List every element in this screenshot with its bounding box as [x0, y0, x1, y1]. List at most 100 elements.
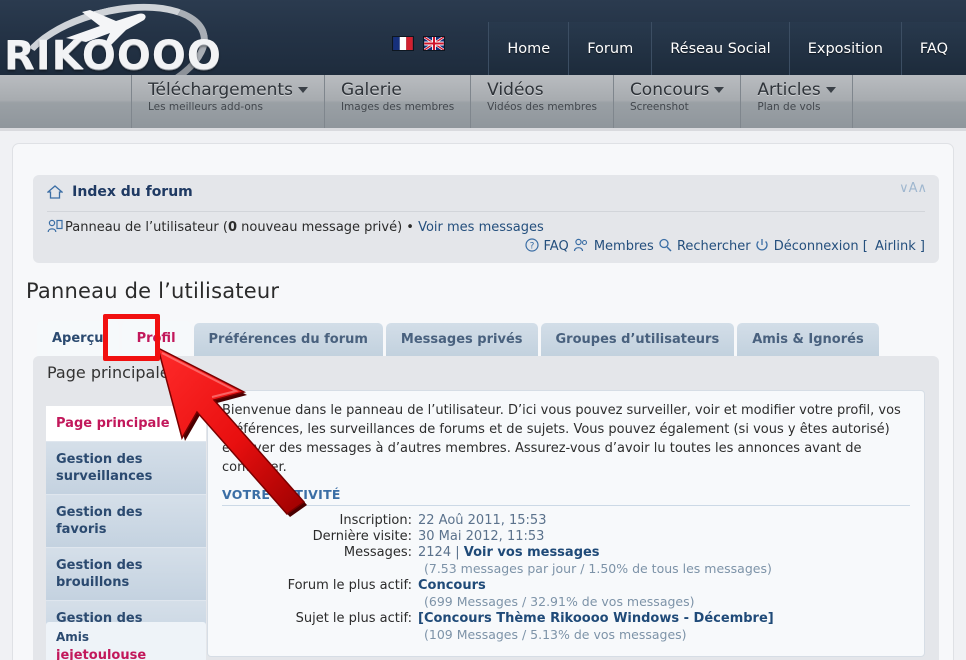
tab-groupes-utilisateurs[interactable]: Groupes d’utilisateurs — [540, 323, 735, 356]
flag-fr-icon[interactable] — [392, 36, 414, 51]
new-pm-text: nouveau message privé) — [237, 220, 403, 235]
friend-jejetoulouse[interactable]: jejetoulouse — [56, 648, 196, 660]
stat-sub-forum: (699 Messages / 32.91% de vos messages) — [424, 594, 695, 609]
chevron-down-icon — [825, 87, 836, 93]
bullet-separator: • — [402, 220, 419, 235]
stat-label: Forum le plus actif: — [287, 578, 412, 593]
subnav-item-concours[interactable]: Concours Screenshot — [612, 75, 740, 128]
quicklink-rechercher[interactable]: Rechercher — [677, 239, 751, 254]
forum-navbar-top-row: Index du forum ∨A∧ — [33, 175, 939, 209]
stat-value: [Concours Thème Rikoooo Windows - Décemb… — [418, 611, 774, 626]
friends-box-title: Amis — [56, 630, 90, 644]
quicklink-airlink[interactable]: Airlink — [875, 239, 916, 254]
user-panel-icon — [47, 219, 63, 233]
forum-navbar: Index du forum ∨A∧ Panneau de l’utilisat… — [33, 175, 939, 263]
logo-text: RIKOOOO — [4, 33, 222, 75]
quicklink-membres[interactable]: Membres — [594, 239, 654, 254]
activity-section-title: VOTRE ACTIVITÉ — [222, 487, 910, 506]
stat-label: Sujet le plus actif: — [295, 611, 412, 626]
stat-row-messages: Messages: 2124 | Voir vos messages — [222, 545, 910, 560]
ucp-side-menu: Page principale Gestion des surveillance… — [46, 406, 206, 654]
stat-sub-sujet: (109 Messages / 5.13% de vos messages) — [424, 627, 687, 642]
friends-box: Amis jejetoulouse — [46, 622, 206, 660]
stat-count: 2124 | — [418, 545, 464, 560]
subnav-subtitle: Plan de vols — [757, 101, 821, 113]
sidemenu-item-page-principale[interactable]: Page principale — [46, 406, 206, 442]
chevron-down-icon — [714, 87, 725, 93]
language-flags — [392, 36, 445, 51]
chevron-down-icon — [297, 87, 308, 93]
subnav-subtitle: Les meilleurs add-ons — [148, 101, 263, 113]
secondary-navigation: Téléchargements Les meilleurs add-ons Ga… — [0, 75, 966, 131]
question-icon: ? — [524, 238, 539, 252]
sidemenu-item-gestion-brouillons[interactable]: Gestion des brouillons — [46, 548, 206, 601]
topnav-item-home[interactable]: Home — [488, 22, 569, 75]
tab-apercu[interactable]: Aperçu — [37, 321, 119, 356]
font-size-control[interactable]: ∨A∧ — [899, 181, 927, 196]
stat-label: Inscription: — [339, 513, 412, 528]
stat-row-inscription: Inscription: 22 Aoû 2011, 15:53 — [222, 513, 910, 528]
subnav-title: Articles — [757, 80, 821, 100]
flag-en-icon[interactable] — [423, 36, 445, 51]
subnav-subtitle: Screenshot — [629, 101, 689, 113]
power-icon — [756, 239, 768, 251]
subnav-item-articles[interactable]: Articles Plan de vols — [740, 75, 853, 128]
stat-label: Messages: — [343, 545, 412, 560]
topnav-item-reseau[interactable]: Réseau Social — [651, 22, 789, 75]
subnav-item-galerie[interactable]: Galerie Images des membres — [323, 75, 470, 128]
most-active-forum-link[interactable]: Concours — [418, 578, 486, 593]
activity-stats: Inscription: 22 Aoû 2011, 15:53 Dernière… — [222, 513, 910, 642]
subnav-title: Concours — [629, 80, 710, 100]
topnav-item-exposition[interactable]: Exposition — [788, 22, 901, 75]
subnav-item-videos[interactable]: Vidéos Vidéos des membres — [470, 75, 613, 128]
tab-amis-ignores[interactable]: Amis & Ignorés — [737, 323, 879, 356]
search-icon — [659, 238, 672, 252]
bracket-open: [ — [862, 239, 868, 254]
sidemenu-item-gestion-favoris[interactable]: Gestion des favoris — [46, 495, 206, 548]
forum-navbar-user-row: Panneau de l’utilisateur (0 nouveau mess… — [33, 212, 939, 235]
panel-heading: Page principale — [47, 363, 170, 382]
ucp-main-content: Bienvenue dans le panneau de l’utilisate… — [207, 390, 925, 657]
tab-profil[interactable]: Profil — [121, 321, 191, 356]
bracket-close: ] — [919, 239, 925, 254]
topnav-item-faq[interactable]: FAQ — [900, 22, 966, 75]
forum-quick-links: ? FAQ Membres Rechercher Déconnexion [ A… — [524, 238, 925, 254]
ucp-panel: Page principale Page principale Gestion … — [33, 356, 939, 660]
site-logo[interactable]: RIKOOOO SIMULATION — [0, 0, 230, 75]
subnav-subtitle: Vidéos des membres — [487, 101, 597, 113]
home-icon — [47, 185, 63, 199]
stat-row-derniere-visite: Dernière visite: 30 Mai 2012, 11:53 — [222, 529, 910, 544]
quicklink-faq[interactable]: FAQ — [544, 239, 569, 254]
subnav-subtitle: Images des membres — [340, 101, 455, 113]
view-your-messages-link[interactable]: Voir vos messages — [464, 545, 600, 560]
stat-value: 2124 | Voir vos messages — [418, 545, 600, 560]
user-panel-prefix: Panneau de l’utilisateur ( — [65, 220, 228, 235]
sidemenu-item-gestion-surveillances[interactable]: Gestion des surveillances — [46, 442, 206, 495]
stat-row-forum-plus-actif: Forum le plus actif: Concours — [222, 578, 910, 593]
svg-text:?: ? — [529, 242, 534, 252]
stat-value: 22 Aoû 2011, 15:53 — [418, 513, 547, 528]
stat-value: 30 Mai 2012, 11:53 — [418, 529, 545, 544]
subnav-item-telechargements[interactable]: Téléchargements Les meilleurs add-ons — [131, 75, 324, 128]
members-icon — [573, 238, 587, 252]
ucp-tabs: Aperçu Profil Préférences du forum Messa… — [37, 321, 879, 356]
subnav-title: Vidéos — [487, 80, 544, 100]
screenshot-root: RIKOOOO SIMULATION Home Forum Réseau Soc… — [0, 0, 966, 660]
subnav-logo-spacer — [0, 75, 131, 76]
site-header: RIKOOOO SIMULATION Home Forum Réseau Soc… — [0, 0, 966, 75]
view-my-messages-link[interactable]: Voir mes messages — [418, 220, 544, 235]
topnav-item-forum[interactable]: Forum — [568, 22, 652, 75]
subnav-title: Téléchargements — [148, 80, 293, 100]
page-title: Panneau de l’utilisateur — [26, 279, 280, 303]
stat-value: Concours — [418, 578, 486, 593]
tab-messages-prives[interactable]: Messages privés — [385, 323, 538, 356]
new-pm-count: 0 — [227, 220, 238, 235]
tab-preferences-du-forum[interactable]: Préférences du forum — [193, 323, 383, 356]
breadcrumb-index-link[interactable]: Index du forum — [72, 184, 193, 200]
top-navigation: Home Forum Réseau Social Exposition FAQ — [488, 22, 966, 75]
quicklink-deconnexion[interactable]: Déconnexion — [774, 239, 859, 254]
most-active-topic-link[interactable]: [Concours Thème Rikoooo Windows - Décemb… — [418, 611, 774, 626]
stat-sub-messages: (7.53 messages par jour / 1.50% de tous … — [424, 561, 772, 576]
subnav-title: Galerie — [340, 80, 402, 100]
stat-row-sujet-plus-actif: Sujet le plus actif: [Concours Thème Rik… — [222, 611, 910, 626]
